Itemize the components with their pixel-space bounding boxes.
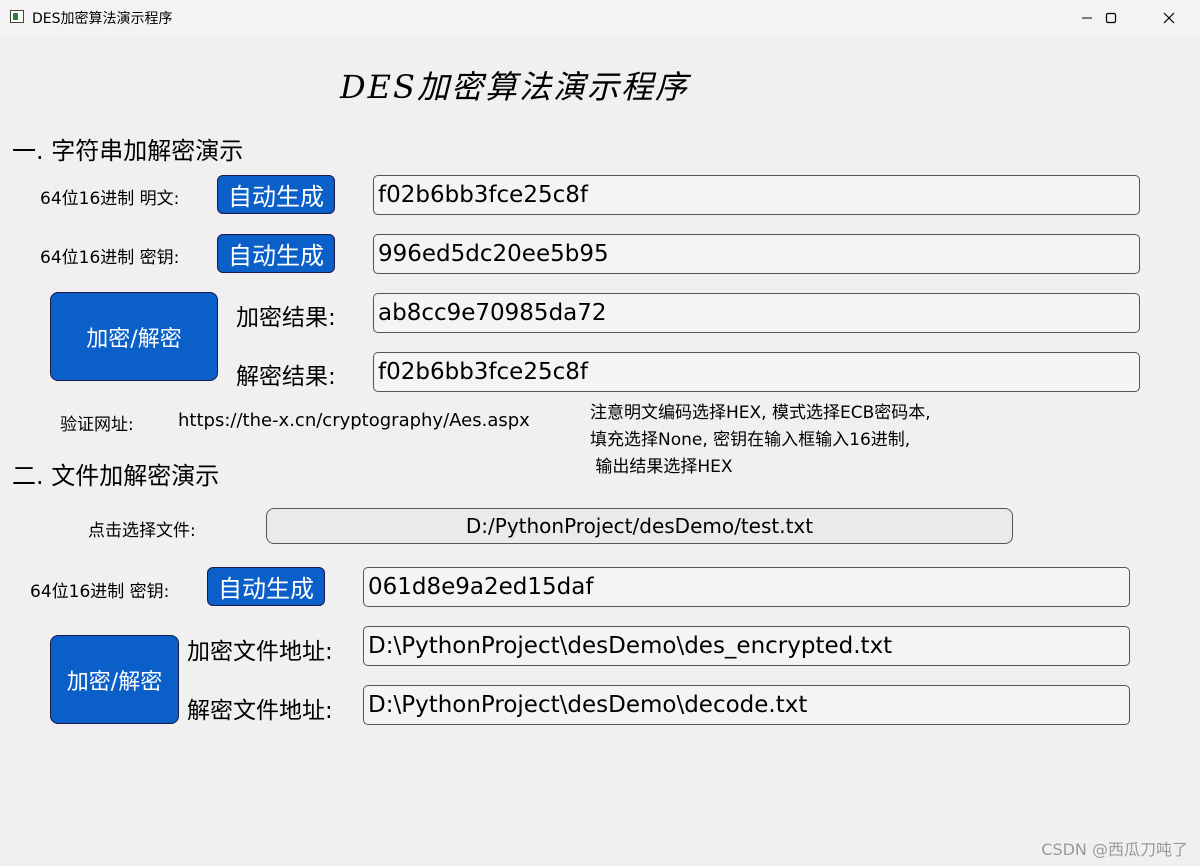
choose-file-label: 点击选择文件:	[88, 521, 196, 541]
title-bar: DES加密算法演示程序	[0, 0, 1200, 36]
section2-title: 二. 文件加解密演示	[12, 462, 220, 490]
verify-label: 验证网址:	[60, 415, 134, 435]
file-key-label: 64位16进制 密钥:	[30, 582, 170, 602]
encrypted-path-label: 加密文件地址:	[187, 639, 333, 665]
app-window-icon	[10, 10, 24, 23]
encrypt-result-field[interactable]: ab8cc9e70985da72	[373, 293, 1140, 333]
window-title: DES加密算法演示程序	[32, 11, 173, 27]
decrypt-result-label: 解密结果:	[236, 364, 336, 390]
encrypt-result-label: 加密结果:	[236, 305, 336, 331]
app-heading: DES加密算法演示程序	[340, 68, 689, 106]
key-field[interactable]: 996ed5dc20ee5b95	[373, 234, 1140, 274]
key-auto-generate-button[interactable]: 自动生成	[217, 234, 335, 273]
choose-file-button[interactable]: D:/PythonProject/desDemo/test.txt	[266, 508, 1013, 544]
file-key-auto-generate-button[interactable]: 自动生成	[207, 567, 325, 606]
note-text: 注意明文编码选择HEX, 模式选择ECB密码本, 填充选择None, 密钥在输入…	[590, 400, 931, 481]
key-label: 64位16进制 密钥:	[40, 248, 180, 268]
close-button[interactable]	[1146, 0, 1192, 36]
plaintext-field[interactable]: f02b6bb3fce25c8f	[373, 175, 1140, 215]
maximize-button[interactable]	[1088, 0, 1134, 36]
file-encrypt-decrypt-button[interactable]: 加密/解密	[50, 635, 179, 724]
verify-url: https://the-x.cn/cryptography/Aes.aspx	[178, 410, 530, 431]
encrypted-path-field[interactable]: D:\PythonProject\desDemo\des_encrypted.t…	[363, 626, 1130, 666]
decrypted-path-field[interactable]: D:\PythonProject\desDemo\decode.txt	[363, 685, 1130, 725]
maximize-icon	[1105, 12, 1117, 24]
plaintext-label: 64位16进制 明文:	[40, 189, 180, 209]
note-line: 填充选择None, 密钥在输入框输入16进制,	[590, 430, 911, 450]
string-encrypt-decrypt-button[interactable]: 加密/解密	[50, 292, 218, 381]
file-key-field[interactable]: 061d8e9a2ed15daf	[363, 567, 1130, 607]
plaintext-auto-generate-button[interactable]: 自动生成	[217, 175, 335, 214]
section1-title: 一. 字符串加解密演示	[12, 137, 244, 165]
decrypted-path-label: 解密文件地址:	[187, 698, 333, 724]
decrypt-result-field[interactable]: f02b6bb3fce25c8f	[373, 352, 1140, 392]
note-line: 输出结果选择HEX	[590, 457, 733, 477]
close-icon	[1163, 12, 1175, 24]
watermark: CSDN @西瓜刀吨了	[1041, 840, 1188, 859]
note-line: 注意明文编码选择HEX, 模式选择ECB密码本,	[590, 403, 931, 423]
